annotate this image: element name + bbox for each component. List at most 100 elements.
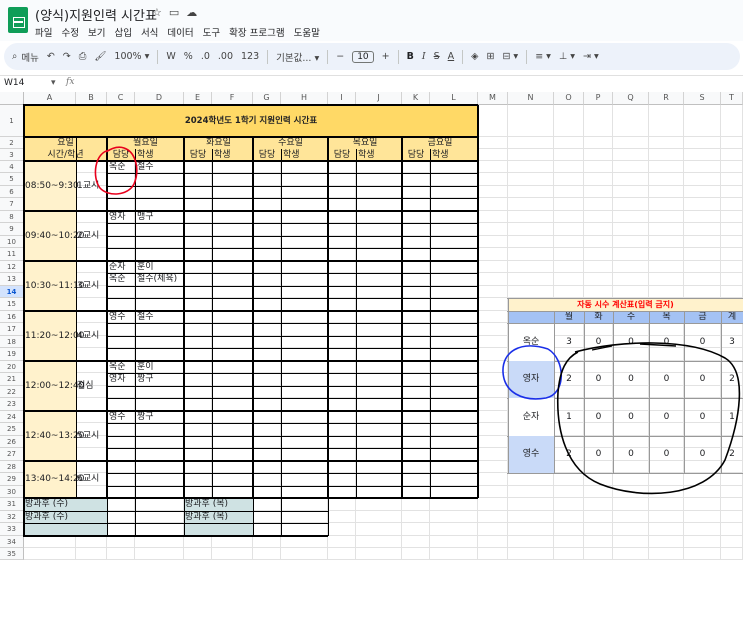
font-size-decrease-button[interactable]: − [336,51,344,62]
row-header[interactable]: 7 [0,198,24,211]
row-header[interactable]: 26 [0,436,24,448]
row-header[interactable]: 17 [0,323,24,336]
row-header[interactable]: 11 [0,248,24,261]
calc-count: 0 [628,374,634,384]
menu-file[interactable]: 파일 [35,25,52,39]
row-header[interactable]: 4 [0,161,24,173]
column-header[interactable]: T [721,92,743,105]
table-border [23,260,478,262]
menu-insert[interactable]: 삽입 [114,25,131,39]
table-border [401,137,403,498]
row-header[interactable]: 33 [0,523,24,536]
column-header[interactable]: M [478,92,508,105]
document-title[interactable]: (양식)지원인력 시간표 [35,5,157,24]
column-header[interactable]: O [554,92,584,105]
text-wrap-icon[interactable]: ⇥ ▾ [583,51,599,62]
row-header[interactable]: 5 [0,173,24,186]
strikethrough-button[interactable]: S [434,51,440,62]
paint-format-icon[interactable]: 🖌 [94,51,106,62]
after-school-label: 방과후 (수) [25,499,69,509]
row-header[interactable]: 23 [0,398,24,411]
row-header[interactable]: 15 [0,298,24,311]
row-header[interactable]: 20 [0,361,24,373]
row-header[interactable]: 34 [0,536,24,548]
row-header[interactable]: 2 [0,137,24,149]
column-header[interactable]: S [684,92,721,105]
spreadsheet-grid[interactable]: A B C D E F G H I J K L M N O P Q R S T 1 2 3 4 5 6 7 8 9 10 11 12 13 14 1… [0,92,743,628]
print-icon[interactable]: ⎙ [79,51,87,62]
row-header[interactable]: 21 [0,373,24,386]
font-size-increase-button[interactable]: + [382,51,390,62]
row-header[interactable]: 16 [0,311,24,323]
horizontal-align-icon[interactable]: ≡ ▾ [535,51,551,62]
staff-name: 옥순 [109,362,126,372]
menu-search[interactable]: ⌕ 메뉴 [12,50,39,64]
redo-icon[interactable]: ↷ [63,51,71,62]
move-folder-icon[interactable]: ▭ [169,6,186,19]
column-header[interactable]: P [584,92,613,105]
menu-format[interactable]: 서식 [141,25,158,39]
row-header[interactable]: 18 [0,336,24,348]
row-header-selected[interactable]: 14 [0,286,24,298]
row-header[interactable]: 6 [0,186,24,198]
menu-help[interactable]: 도움말 [294,25,320,39]
undo-icon[interactable]: ↶ [47,51,55,62]
menu-data[interactable]: 데이터 [167,25,193,39]
number-format-button[interactable]: 123 [241,51,259,62]
font-select[interactable]: 기본값... ▾ [276,50,319,64]
row-header[interactable]: 10 [0,236,24,248]
row-header[interactable]: 25 [0,423,24,436]
menu-edit[interactable]: 수정 [61,25,78,39]
column-header[interactable]: Q [613,92,649,105]
sheets-logo-icon[interactable] [8,7,28,33]
table-border [23,160,478,162]
cloud-status-icon[interactable]: ☁ [186,6,204,19]
row-header[interactable]: 28 [0,461,24,473]
text-color-button[interactable]: A [448,51,455,62]
percent-button[interactable]: % [184,51,193,62]
row-header[interactable]: 3 [0,149,24,161]
zoom-select[interactable]: 100% ▾ [114,51,149,62]
row-header[interactable]: 29 [0,473,24,486]
table-border [183,137,185,498]
borders-icon[interactable]: ⊞ [486,51,494,62]
decrease-decimal-button[interactable]: .0 [201,51,210,62]
calc-count: 0 [595,337,602,347]
merge-cells-icon[interactable]: ⊟ ▾ [502,51,518,62]
column-header[interactable]: N [508,92,554,105]
row-header[interactable]: 8 [0,211,24,223]
row-header[interactable]: 22 [0,386,24,398]
vertical-align-icon[interactable]: ⊥ ▾ [559,51,575,62]
menu-view[interactable]: 보기 [88,25,105,39]
menu-tools[interactable]: 도구 [203,25,220,39]
italic-button[interactable]: I [422,51,426,62]
name-box[interactable]: W14 [4,78,24,88]
chevron-down-icon[interactable]: ▾ [51,78,56,88]
row-header[interactable]: 35 [0,548,24,560]
font-size-input[interactable]: 10 [352,50,374,63]
calc-border [613,311,614,473]
row-header[interactable]: 19 [0,348,24,361]
bold-button[interactable]: B [407,51,414,62]
row-header[interactable]: 12 [0,261,24,273]
calc-count: 0 [699,374,706,384]
row-header[interactable]: 32 [0,511,24,523]
row-header[interactable]: 30 [0,486,24,498]
increase-decimal-button[interactable]: .00 [218,51,233,62]
currency-button[interactable]: W [166,51,175,62]
schedule-title: 2024학년도 1학기 지원인력 시간표 [184,116,318,126]
select-all-corner[interactable] [0,92,24,105]
calc-count: 1 [729,412,735,422]
row-header[interactable]: 31 [0,498,24,511]
row-header[interactable]: 13 [0,273,24,286]
row-header[interactable]: 24 [0,411,24,423]
calc-count: 2 [566,449,572,459]
column-header[interactable]: R [649,92,684,105]
row-header[interactable]: 9 [0,223,24,236]
row-header[interactable]: 27 [0,448,24,461]
fill-color-icon[interactable]: ◈ [471,51,478,62]
row-header[interactable]: 1 [0,105,24,137]
star-icon[interactable]: ☆ [152,6,169,19]
day-header: 화요일 [206,138,231,148]
menu-extensions[interactable]: 확장 프로그램 [229,25,284,39]
